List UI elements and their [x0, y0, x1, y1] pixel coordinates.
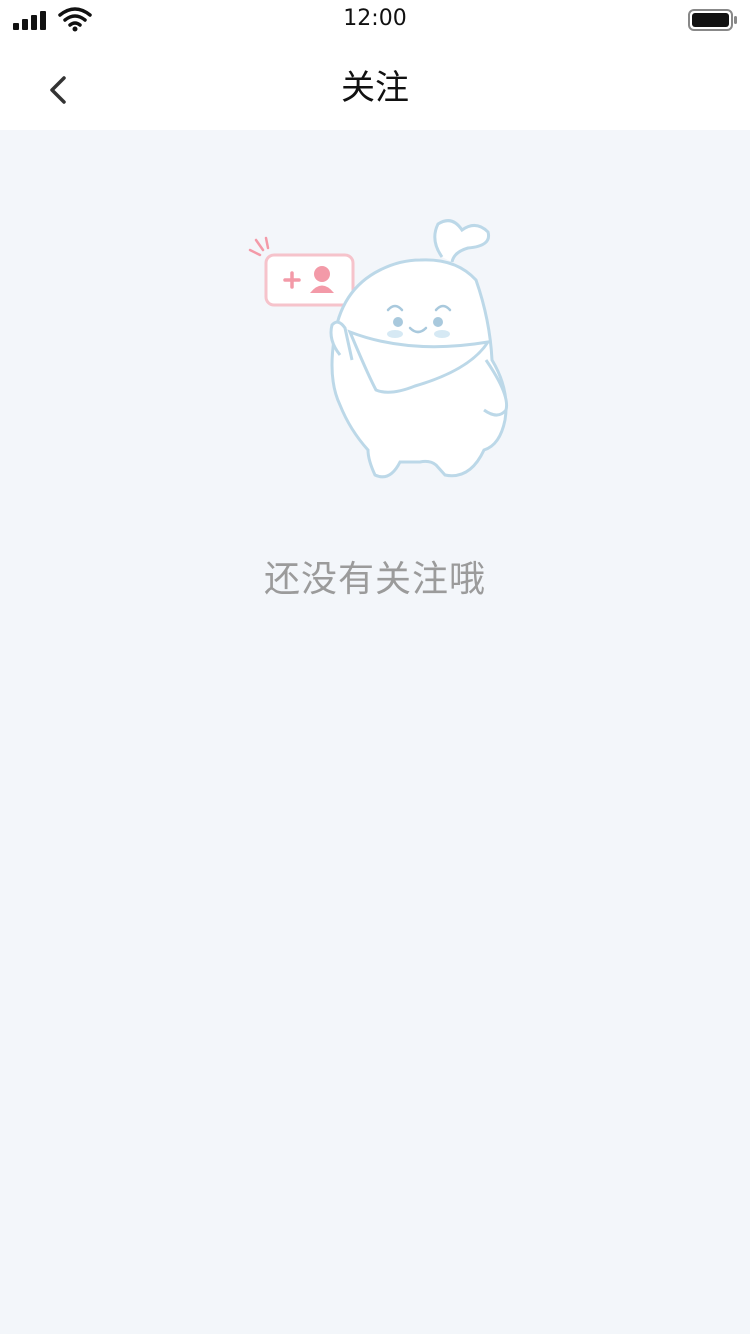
page-title: 关注 [341, 68, 409, 108]
empty-state: 还没有关注哦 [0, 130, 750, 1334]
mascot-follow-illustration [248, 219, 509, 479]
header-area: 12:00 关注 [0, 0, 750, 130]
empty-message: 还没有关注哦 [263, 559, 486, 600]
status-time: 12:00 [343, 6, 407, 31]
navigation-bar: 关注 [0, 40, 750, 130]
status-bar: 12:00 [0, 0, 750, 40]
battery-icon [688, 9, 737, 31]
